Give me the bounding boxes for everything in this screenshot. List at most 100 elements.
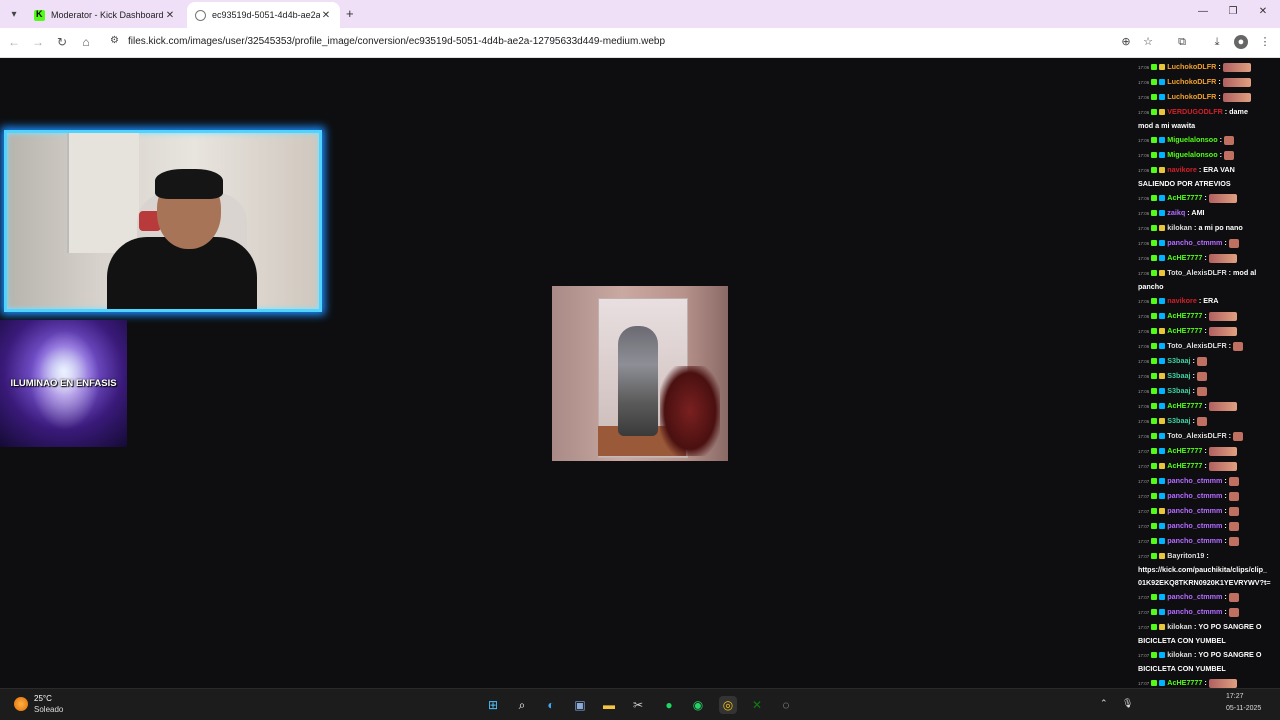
chat-username[interactable]: S3baaj <box>1167 356 1190 365</box>
chat-message[interactable]: 17:06 kilokan : a mi po nano <box>1138 221 1278 235</box>
chat-message[interactable]: 17:07 pancho_ctmmm : <box>1138 590 1278 604</box>
chat-message[interactable]: 17:06 Toto_AlexisDLFR : <box>1138 339 1278 353</box>
chat-username[interactable]: AcHE7777 <box>1167 678 1202 687</box>
chat-message[interactable]: 17:07 pancho_ctmmm : <box>1138 519 1278 533</box>
clock-date[interactable]: 05-11-2025 <box>1226 705 1261 712</box>
microphone-icon[interactable]: 🎙 <box>1122 698 1133 709</box>
minimize-icon[interactable]: — <box>1196 6 1210 17</box>
chat-username[interactable]: kilokan <box>1167 650 1192 659</box>
chat-username[interactable]: pancho_ctmmm <box>1167 521 1222 530</box>
chat-message[interactable]: 17:06 S3baaj : <box>1138 354 1278 368</box>
file-explorer-icon[interactable]: ▬ <box>600 696 618 714</box>
chat-message[interactable]: 17:07 pancho_ctmmm : <box>1138 534 1278 548</box>
forward-icon[interactable]: → <box>30 34 46 50</box>
chat-message[interactable]: 17:06 LuchokoDLFR : <box>1138 75 1278 89</box>
chat-message[interactable]: 17:07 pancho_ctmmm : <box>1138 489 1278 503</box>
reload-icon[interactable]: ↻ <box>54 34 70 50</box>
close-tab-icon[interactable]: ✕ <box>320 10 332 21</box>
search-icon[interactable]: ⌕ <box>513 696 531 714</box>
edge-icon[interactable]: ◐ <box>542 696 560 714</box>
chat-message[interactable]: 17:06 zaikq : AMI <box>1138 206 1278 220</box>
home-icon[interactable]: ⌂ <box>78 34 94 50</box>
chat-username[interactable]: pancho_ctmmm <box>1167 491 1222 500</box>
weather-temperature[interactable]: 25°C <box>34 694 52 703</box>
chat-username[interactable]: zaikq <box>1167 208 1185 217</box>
chat-username[interactable]: pancho_ctmmm <box>1167 592 1222 601</box>
chat-username[interactable]: Toto_AlexisDLFR <box>1167 268 1226 277</box>
chat-message[interactable]: 17:06 Toto_AlexisDLFR : <box>1138 429 1278 443</box>
chat-username[interactable]: AcHE7777 <box>1167 401 1202 410</box>
chat-username[interactable]: kilokan <box>1167 622 1192 631</box>
tab-search-chevron-icon[interactable]: ▾ <box>6 6 22 22</box>
chat-username[interactable]: pancho_ctmmm <box>1167 238 1222 247</box>
weather-sun-icon[interactable] <box>14 697 28 711</box>
close-tab-icon[interactable]: ✕ <box>164 10 176 21</box>
chat-username[interactable]: pancho_ctmmm <box>1167 476 1222 485</box>
close-window-icon[interactable]: ✕ <box>1256 6 1270 17</box>
chat-message[interactable]: 17:06 Miguelalonsoo : <box>1138 148 1278 162</box>
chat-username[interactable]: Toto_AlexisDLFR <box>1167 431 1226 440</box>
chat-username[interactable]: AcHE7777 <box>1167 253 1202 262</box>
store-icon[interactable]: ▣ <box>571 696 589 714</box>
chat-username[interactable]: LuchokoDLFR <box>1167 62 1216 71</box>
chat-message[interactable]: 17:06 AcHE7777 : <box>1138 251 1278 265</box>
chat-message[interactable]: 17:07 pancho_ctmmm : <box>1138 474 1278 488</box>
extensions-icon[interactable]: ⧉ <box>1175 35 1189 49</box>
tab-kick-dashboard[interactable]: Moderator - Kick Dashboard ✕ <box>26 2 184 28</box>
profile-avatar-icon[interactable]: ● <box>1234 35 1248 49</box>
chat-message[interactable]: 17:07 AcHE7777 : <box>1138 444 1278 458</box>
spotify-icon[interactable]: ● <box>660 696 678 714</box>
clock-time[interactable]: 17:27 <box>1226 693 1244 700</box>
new-tab-button[interactable]: + <box>346 6 360 21</box>
chat-message[interactable]: 17:06 Toto_AlexisDLFR : mod al pancho <box>1138 266 1278 293</box>
chat-message[interactable]: 17:06 S3baaj : <box>1138 414 1278 428</box>
bookmark-star-icon[interactable]: ☆ <box>1141 35 1155 49</box>
chat-username[interactable]: AcHE7777 <box>1167 446 1202 455</box>
chat-message[interactable]: 17:07 pancho_ctmmm : <box>1138 605 1278 619</box>
chat-message[interactable]: 17:06 AcHE7777 : <box>1138 191 1278 205</box>
start-windows-icon[interactable]: ⊞ <box>484 696 502 714</box>
chat-username[interactable]: AcHE7777 <box>1167 193 1202 202</box>
chat-message[interactable]: 17:06 S3baaj : <box>1138 384 1278 398</box>
chat-message[interactable]: 17:06 navikore : ERA VAN SALIENDO POR ATRE… <box>1138 163 1278 190</box>
chat-username[interactable]: Bayriton19 <box>1167 551 1204 560</box>
site-info-icon[interactable]: ⚙ <box>110 35 119 46</box>
chat-username[interactable]: pancho_ctmmm <box>1167 607 1222 616</box>
downloads-icon[interactable]: ⤓ <box>1210 35 1224 49</box>
chat-message[interactable]: 17:06 LuchokoDLFR : <box>1138 60 1278 74</box>
chat-message[interactable]: 17:06 Miguelalonsoo : <box>1138 133 1278 147</box>
chat-message[interactable]: 17:07 kilokan : YO PO SANGRE O BICICLETA C… <box>1138 620 1278 647</box>
chat-username[interactable]: navikore <box>1167 296 1197 305</box>
snipping-tool-icon[interactable]: ✂ <box>629 696 647 714</box>
chrome-icon[interactable]: ◎ <box>719 696 737 714</box>
url-text[interactable]: files.kick.com/images/user/32545353/prof… <box>128 36 665 47</box>
back-icon[interactable]: ← <box>6 34 22 50</box>
chat-message[interactable]: 17:06 S3baaj : <box>1138 369 1278 383</box>
chat-message[interactable]: 17:06 AcHE7777 : <box>1138 309 1278 323</box>
chat-username[interactable]: LuchokoDLFR <box>1167 92 1216 101</box>
chat-username[interactable]: AcHE7777 <box>1167 461 1202 470</box>
whatsapp-icon[interactable]: ◉ <box>689 696 707 714</box>
chat-username[interactable]: navikore <box>1167 165 1197 174</box>
chat-message[interactable]: 17:06 pancho_ctmmm : <box>1138 236 1278 250</box>
chat-username[interactable]: pancho_ctmmm <box>1167 506 1222 515</box>
chat-message[interactable]: 17:06 AcHE7777 : <box>1138 399 1278 413</box>
chat-message[interactable]: 17:06 LuchokoDLFR : <box>1138 90 1278 104</box>
weather-condition[interactable]: Soleado <box>34 705 63 714</box>
chat-username[interactable]: LuchokoDLFR <box>1167 77 1216 86</box>
chat-username[interactable]: S3baaj <box>1167 371 1190 380</box>
chat-message[interactable]: 17:07 AcHE7777 : <box>1138 676 1278 688</box>
chat-message[interactable]: 17:06 VERDUGODLFR : dame mod a mi wawita <box>1138 105 1278 132</box>
tab-image[interactable]: ec93519d-5051-4d4b-ae2a-12795633d449-med… <box>187 2 340 28</box>
chat-message[interactable]: 17:07 pancho_ctmmm : <box>1138 504 1278 518</box>
chat-username[interactable]: VERDUGODLFR <box>1167 107 1223 116</box>
chat-username[interactable]: S3baaj <box>1167 416 1190 425</box>
chat-message[interactable]: 17:07 Bayriton19 : https://kick.com/pauch… <box>1138 549 1278 589</box>
chat-message[interactable]: 17:07 kilokan : YO PO SANGRE O BICICLETA C… <box>1138 648 1278 675</box>
chat-username[interactable]: Miguelalonsoo <box>1167 135 1217 144</box>
chat-username[interactable]: AcHE7777 <box>1167 326 1202 335</box>
obs-icon[interactable]: ◌ <box>777 696 795 714</box>
xbox-icon[interactable]: ✕ <box>748 696 766 714</box>
restore-icon[interactable]: ❐ <box>1226 6 1240 17</box>
tray-chevron-icon[interactable]: ⌃ <box>1100 698 1108 709</box>
